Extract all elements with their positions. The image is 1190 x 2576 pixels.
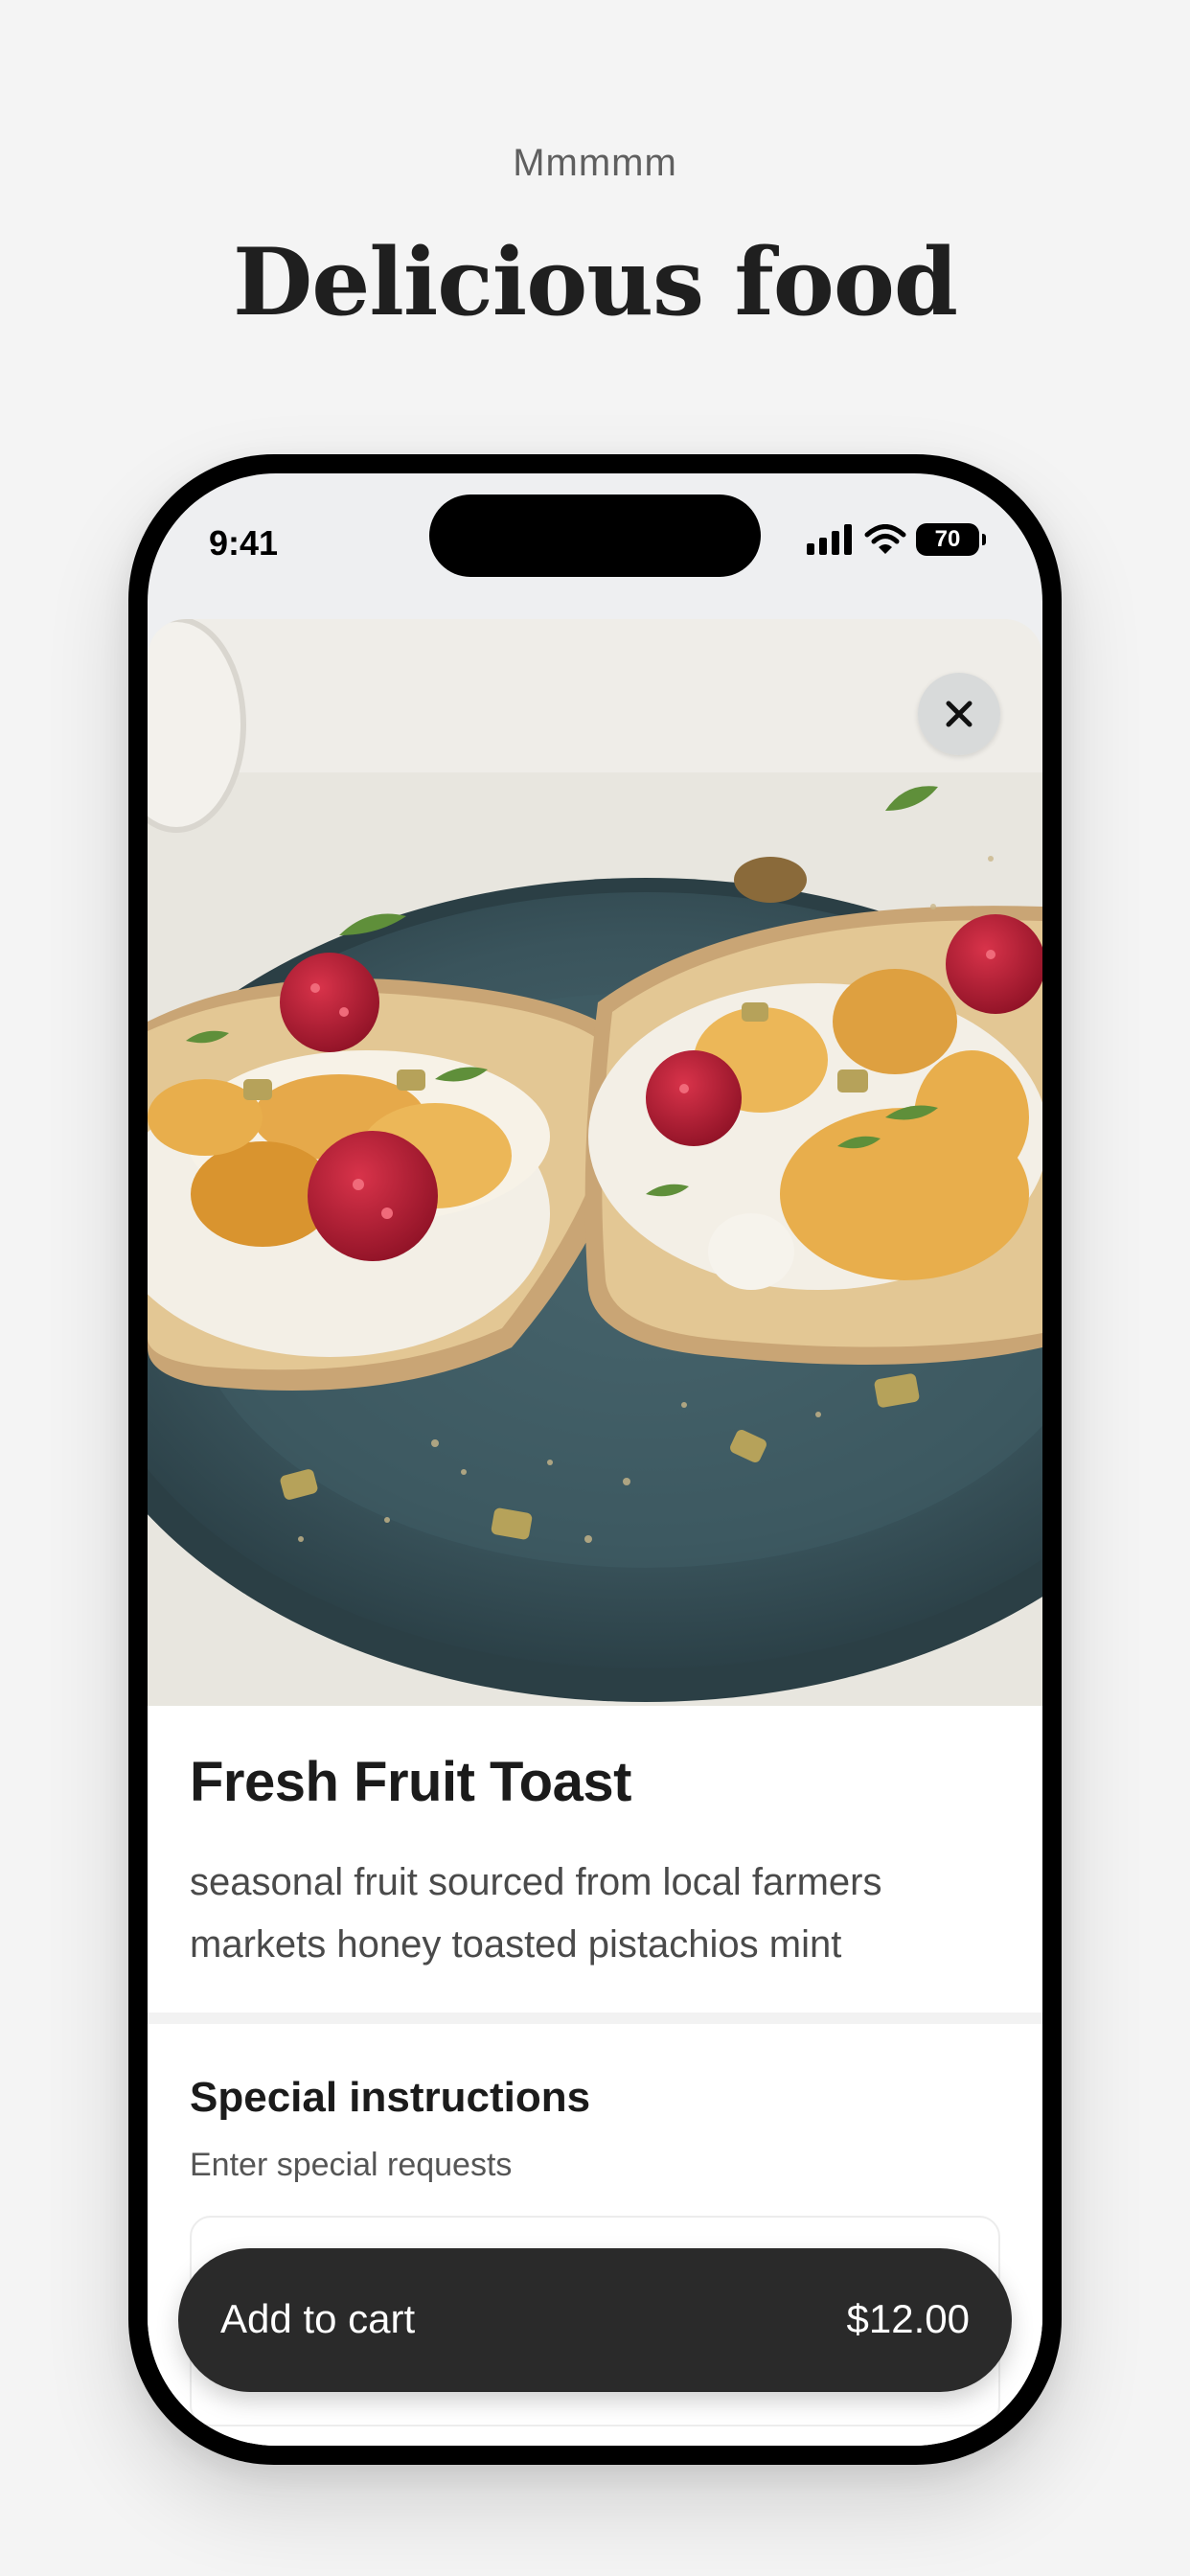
page-eyebrow: Mmmmm [513, 142, 677, 184]
battery-level: 70 [934, 526, 961, 552]
close-icon [946, 701, 973, 727]
status-time: 9:41 [209, 523, 279, 563]
special-instructions-subtitle: Enter special requests [190, 2147, 513, 2183]
phone-frame: 9:41 70 Fresh Fruit Toast seasonal fruit… [128, 454, 1062, 2465]
add-to-cart-label: Add to cart [220, 2296, 416, 2341]
dynamic-island [429, 494, 761, 577]
cart-price: $12.00 [846, 2296, 970, 2341]
item-description: seasonal fruit sourced from local farmer… [190, 1861, 882, 1966]
item-detail-sheet: Fresh Fruit Toast seasonal fruit sourced… [148, 619, 1042, 2446]
page-title: Delicious food [233, 228, 958, 336]
section-divider [148, 2012, 1042, 2024]
phone-screen: 9:41 70 Fresh Fruit Toast seasonal fruit… [148, 473, 1042, 2446]
wifi-icon [864, 524, 906, 554]
cellular-signal-icon [807, 524, 852, 555]
battery-icon: 70 [916, 523, 986, 556]
item-title: Fresh Fruit Toast [190, 1751, 631, 1813]
special-instructions-title: Special instructions [190, 2074, 591, 2121]
close-button[interactable] [918, 673, 1000, 755]
add-to-cart-button[interactable]: Add to cart $12.00 [178, 2248, 1012, 2392]
food-photo [148, 619, 1042, 1706]
status-icons: 70 [807, 523, 986, 556]
